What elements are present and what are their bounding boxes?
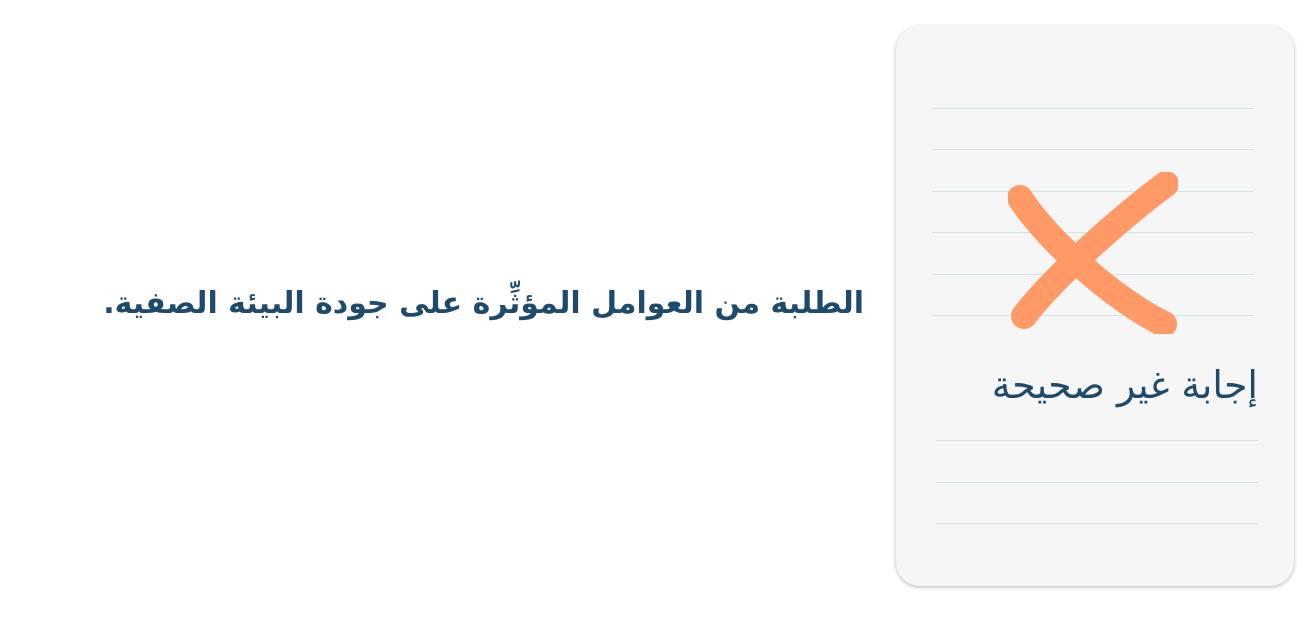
x-mark-icon — [1008, 172, 1178, 334]
ruled-line — [932, 149, 1254, 150]
slide: الطلبة من العوامل المؤثِّرة على جودة الب… — [0, 0, 1310, 621]
feedback-card: إجابة غير صحيحة — [896, 26, 1294, 586]
question-statement: الطلبة من العوامل المؤثِّرة على جودة الب… — [103, 286, 864, 321]
ruled-line — [936, 482, 1258, 483]
ruled-line — [936, 440, 1258, 441]
ruled-line — [936, 523, 1258, 524]
x-mark-stroke-2 — [1011, 172, 1178, 329]
ruled-line — [932, 108, 1254, 109]
verdict-label: إجابة غير صحيحة — [991, 363, 1258, 407]
